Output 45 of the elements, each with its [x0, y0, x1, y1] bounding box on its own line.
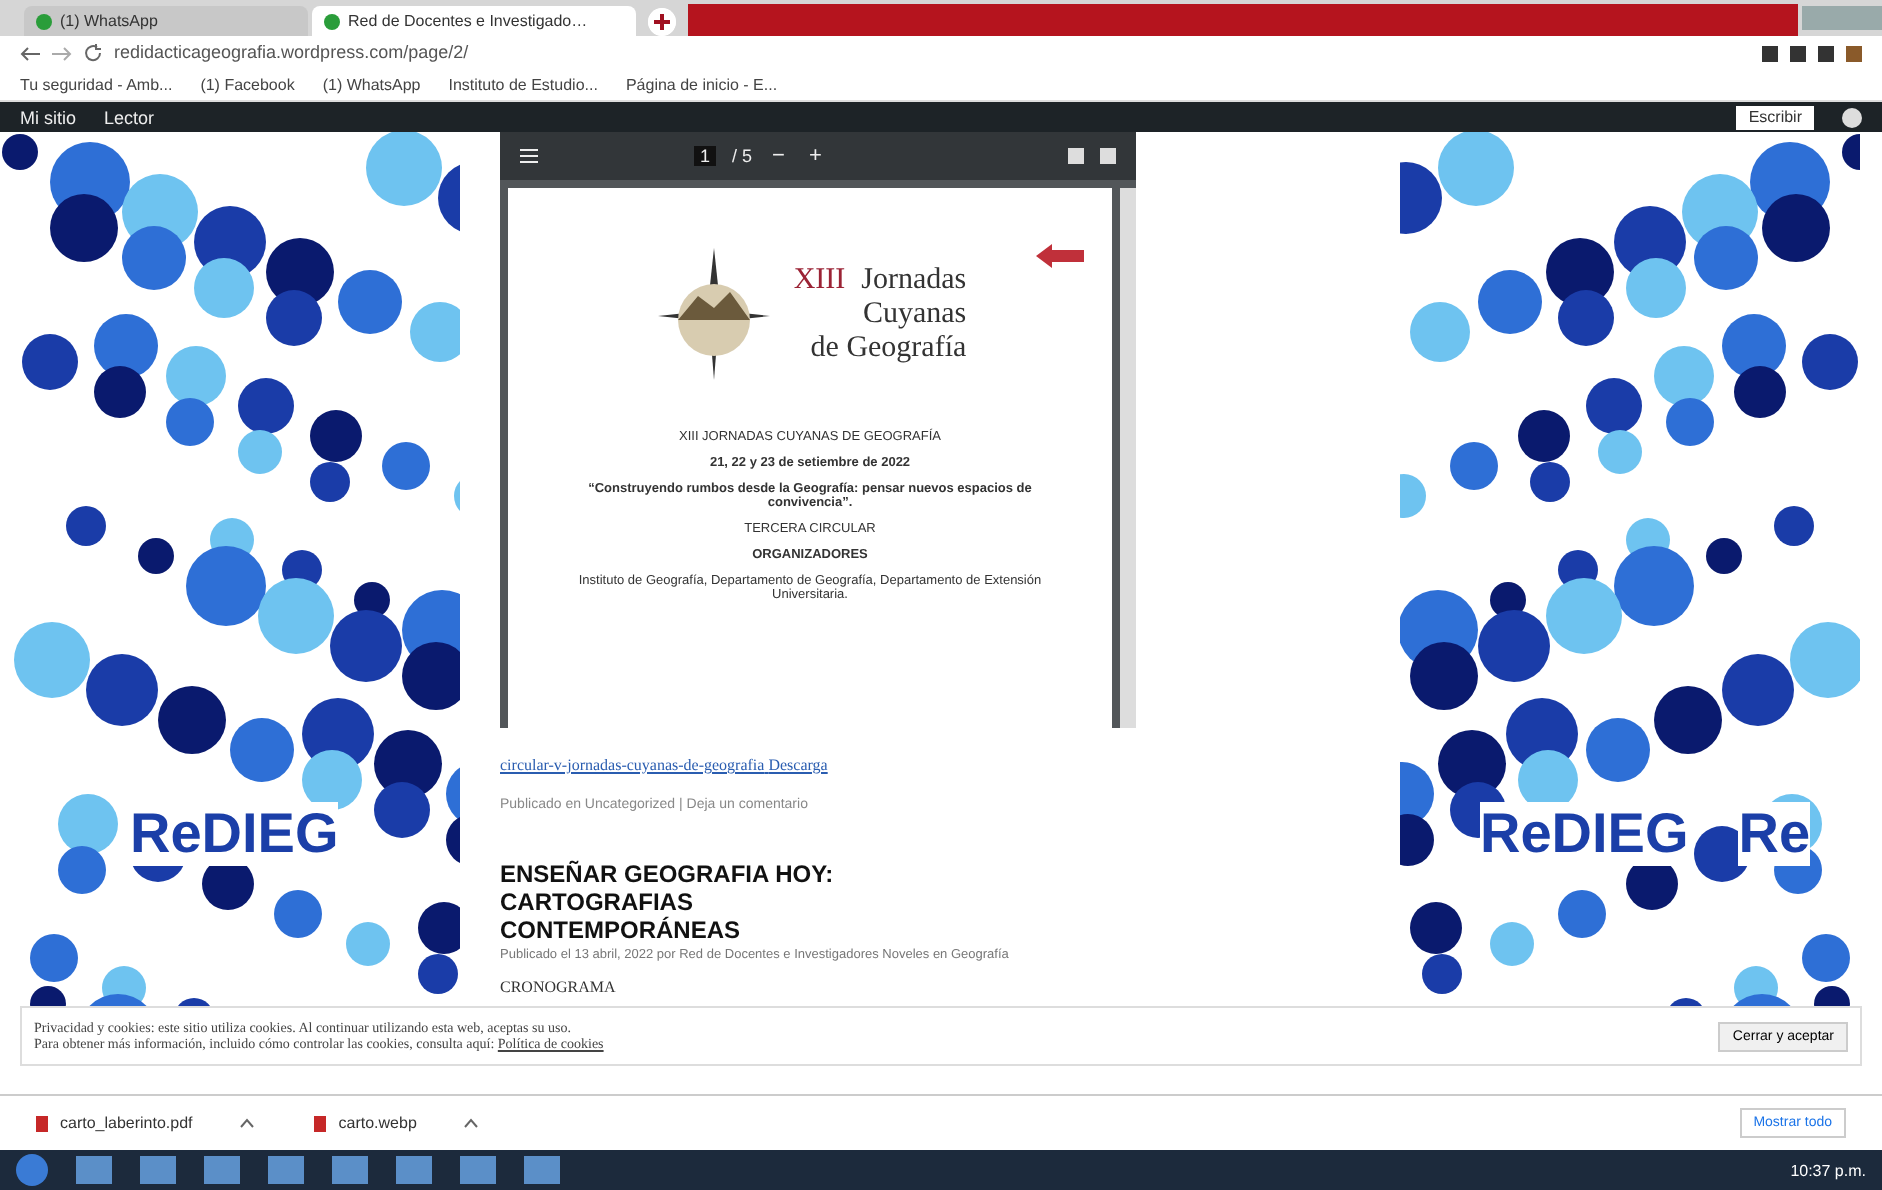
bookmark-item[interactable]: Página de inicio - E...	[625, 76, 778, 94]
clock: 10:37 p.m.	[1790, 1161, 1866, 1179]
reader-link[interactable]: Lector	[104, 107, 155, 127]
site-logo: ReDIEG	[130, 802, 339, 866]
download-link[interactable]: Descarga	[768, 756, 828, 774]
bookmark-item[interactable]: Instituto de Estudio...	[448, 76, 598, 94]
download-item[interactable]: carto_laberinto.pdf	[36, 1114, 255, 1132]
left-arrow-icon	[1036, 244, 1084, 268]
bookmark-item[interactable]: Tu seguridad - Amb...	[20, 76, 173, 94]
file-link[interactable]: circular-v-jornadas-cuyanas-de-geografia	[500, 756, 765, 774]
bookmark-item[interactable]: (1) WhatsApp	[322, 76, 421, 94]
post-text: CRONOGRAMA	[500, 978, 618, 996]
bookmark-item[interactable]: (1) Facebook	[200, 76, 295, 94]
tab-favicon-icon	[36, 13, 52, 29]
site-logo: ReDIEG	[1480, 802, 1689, 866]
reload-icon[interactable]	[84, 44, 102, 62]
address-field[interactable]: redidacticageografia.wordpress.com/page/2/	[114, 40, 1750, 66]
page-count: / 5	[732, 146, 753, 166]
back-arrow-icon[interactable]	[20, 45, 40, 61]
my-site-link[interactable]: Mi sitio	[20, 107, 77, 127]
new-tab-icon[interactable]	[648, 8, 676, 36]
download-item[interactable]: carto.webp	[314, 1114, 479, 1132]
caret-icon[interactable]	[464, 1118, 479, 1128]
file-icon	[36, 1115, 48, 1131]
post-title: ENSEÑAR GEOGRAFIA HOY: CARTOGRAFIAS CONTEMPORÁNEAS	[500, 860, 836, 944]
logo-title: de Geografía	[810, 331, 967, 365]
forward-arrow-icon[interactable]	[52, 45, 72, 61]
tab-favicon-icon	[324, 13, 340, 29]
logo-title: Jornadas	[861, 263, 967, 295]
zoom-out-button[interactable]: −	[768, 144, 789, 168]
write-button[interactable]: Escribir	[1736, 105, 1814, 129]
scrollbar[interactable]	[1120, 188, 1136, 728]
page-number-field[interactable]: 1	[694, 146, 717, 166]
zoom-in-button[interactable]: +	[804, 144, 826, 168]
browser-tab[interactable]: (1) WhatsApp	[24, 6, 308, 36]
notifications-icon[interactable]	[1842, 107, 1862, 127]
logo-title: Cuyanas	[862, 297, 967, 331]
menu-icon[interactable]	[520, 148, 538, 164]
site-logo: Re	[1738, 802, 1811, 866]
caret-icon[interactable]	[240, 1118, 255, 1128]
file-icon	[314, 1115, 327, 1131]
profile-avatar-icon[interactable]	[1846, 45, 1862, 61]
start-button[interactable]	[16, 1154, 48, 1186]
logo-numeral: XIII	[793, 263, 846, 295]
browser-tab[interactable]: Red de Docentes e Investigado…	[312, 6, 636, 36]
